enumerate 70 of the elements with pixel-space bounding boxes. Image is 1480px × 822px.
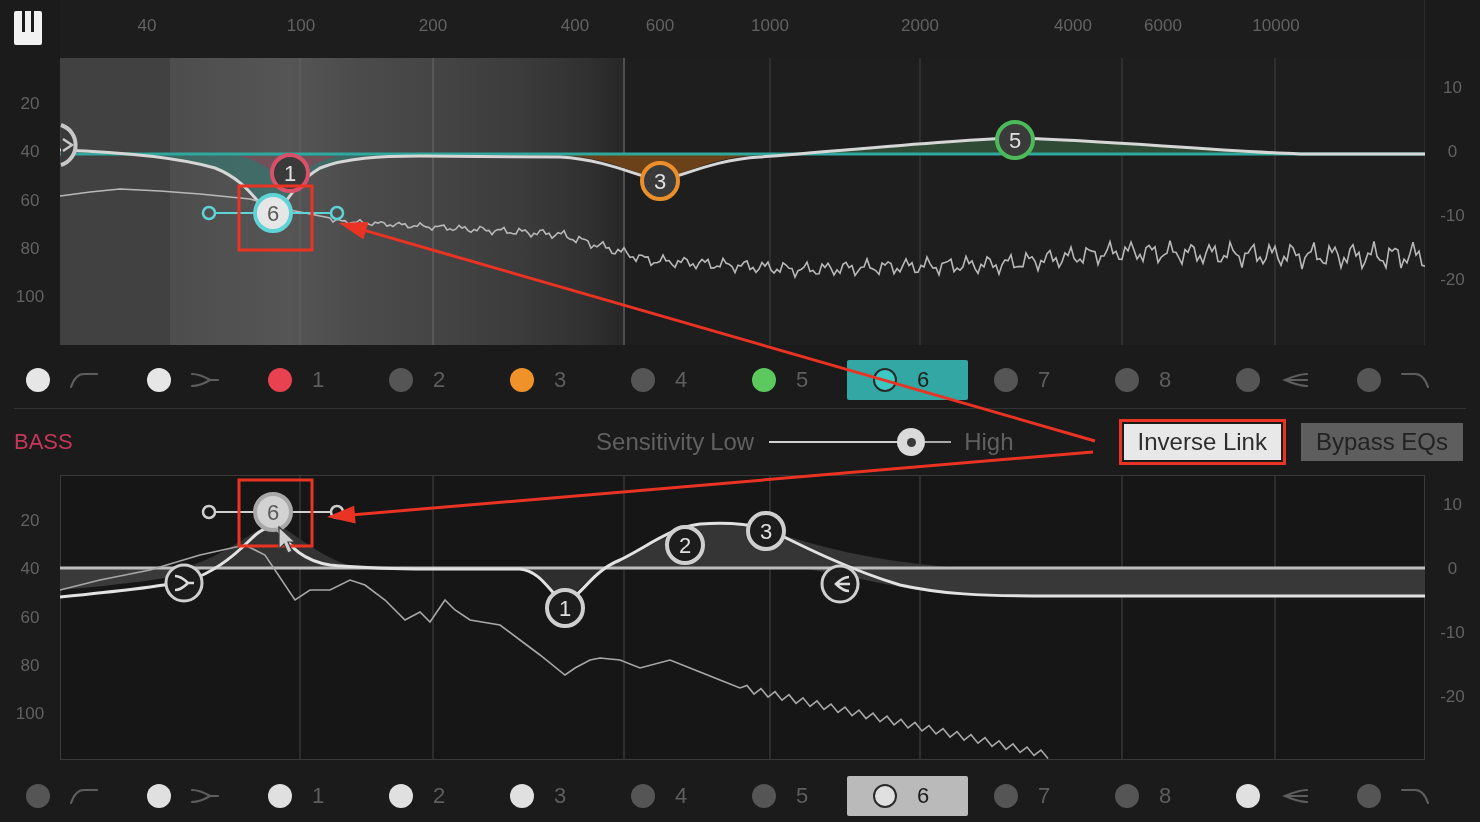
axis-label: 10	[1442, 495, 1463, 515]
axis-label: -10	[1439, 623, 1466, 643]
frequency-label: 600	[645, 16, 675, 36]
axis-label: 20	[19, 511, 41, 531]
band-tab[interactable]: 6	[847, 360, 968, 400]
axis-label: 60	[19, 191, 41, 211]
band-tab[interactable]: 7	[968, 776, 1089, 816]
axis-label: -20	[1439, 270, 1466, 290]
band-tab[interactable]: 5	[726, 360, 847, 400]
slider-min-label: Low	[710, 430, 755, 454]
band-tab[interactable]: 1	[242, 360, 363, 400]
low-shelf-icon	[191, 788, 219, 804]
band-tab[interactable]: 4	[605, 776, 726, 816]
axis-label: -20	[1439, 687, 1466, 707]
band-tab[interactable]: 3	[484, 776, 605, 816]
band-tab[interactable]: 8	[1089, 360, 1210, 400]
axis-label: 100	[14, 287, 46, 307]
slider-label: Sensitivity	[596, 430, 705, 454]
low-shelf-icon	[191, 372, 219, 388]
eq-node[interactable]: 3	[640, 161, 680, 201]
high-shelf-icon	[1280, 788, 1308, 804]
band-tab[interactable]: 2	[363, 776, 484, 816]
band-tab[interactable]: 8	[1089, 776, 1210, 816]
frequency-label: 10000	[1252, 16, 1300, 36]
eq-node[interactable]: 5	[995, 120, 1035, 160]
axis-label: 100	[14, 704, 46, 724]
eq-node[interactable]: 6	[253, 193, 293, 233]
eq-node[interactable]: 1	[545, 588, 585, 628]
axis-label: -10	[1439, 206, 1466, 226]
shelf-handle-icon[interactable]	[820, 564, 860, 604]
high-shelf-icon	[1280, 372, 1308, 388]
high-cut-icon	[1401, 788, 1429, 804]
band-tab[interactable]: 7	[968, 360, 1089, 400]
frequency-label: 200	[418, 16, 448, 36]
band-tab[interactable]: 1	[242, 776, 363, 816]
axis-label: 40	[19, 142, 41, 162]
frequency-label: 2000	[901, 16, 939, 36]
frequency-label: 6000	[1144, 16, 1182, 36]
section-label: BASS	[14, 431, 73, 453]
frequency-label: 1000	[751, 16, 789, 36]
axis-label: 60	[19, 608, 41, 628]
axis-label: 80	[19, 656, 41, 676]
slider-thumb[interactable]	[897, 428, 926, 456]
eq-node[interactable]: 6	[253, 492, 293, 532]
frequency-label: 400	[560, 16, 590, 36]
axis-label: 40	[19, 559, 41, 579]
axis-label: 10	[1442, 78, 1463, 98]
eq-node[interactable]: 3	[746, 511, 786, 551]
eq-node[interactable]: 2	[665, 525, 705, 565]
slider-max-label: High	[964, 430, 1014, 454]
axis-label: 0	[1446, 559, 1459, 579]
shelf-handle-icon[interactable]	[60, 123, 78, 167]
axis-label: 0	[1446, 142, 1459, 162]
band-tab[interactable]: 3	[484, 360, 605, 400]
band-tab[interactable]: 2	[363, 360, 484, 400]
low-cut-icon	[70, 788, 98, 804]
band-tab[interactable]: 5	[726, 776, 847, 816]
band-tab[interactable]: 4	[605, 360, 726, 400]
frequency-label: 100	[286, 16, 316, 36]
high-cut-icon	[1401, 372, 1429, 388]
cursor-icon	[278, 525, 297, 554]
frequency-label: 40	[137, 16, 157, 36]
frequency-label: 4000	[1054, 16, 1092, 36]
axis-label: 20	[19, 94, 41, 114]
logo-icon	[14, 11, 42, 45]
toggle-button[interactable]: Bypass EQs	[1300, 423, 1463, 461]
toggle-button[interactable]: Inverse Link	[1123, 424, 1281, 460]
axis-label: 80	[19, 239, 41, 259]
low-cut-icon	[70, 372, 98, 388]
band-tab[interactable]: 6	[847, 776, 968, 816]
